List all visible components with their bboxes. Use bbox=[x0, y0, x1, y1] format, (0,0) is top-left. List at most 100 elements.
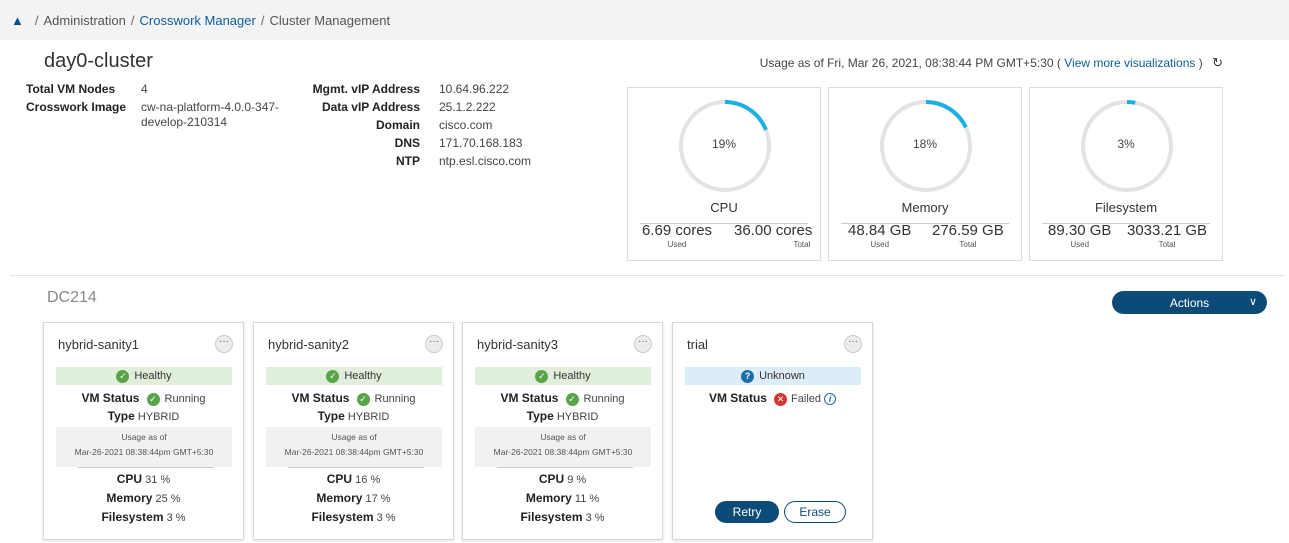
usage-time: Mar-26-2021 08:38:44pm GMT+5:30 bbox=[74, 447, 214, 457]
memory-used: 48.84 GB Used bbox=[848, 222, 911, 249]
usage-time: Mar-26-2021 08:38:44pm GMT+5:30 bbox=[284, 447, 424, 457]
node-name: hybrid-sanity3 bbox=[477, 337, 558, 352]
cpu-usage-value: 9 % bbox=[567, 474, 587, 486]
filesystem-usage: Filesystem 3 % bbox=[44, 510, 243, 524]
erase-button[interactable]: Erase bbox=[784, 501, 846, 523]
domain-label: Domain bbox=[375, 118, 420, 132]
filesystem-usage: Filesystem 3 % bbox=[254, 510, 453, 524]
memory-total-label: Total bbox=[959, 240, 977, 249]
error-circle-icon: ✕ bbox=[774, 393, 788, 406]
vm-status-value: Running bbox=[583, 393, 625, 405]
info-icon[interactable]: i bbox=[824, 393, 837, 405]
memory-gauge-card: 18% Memory 48.84 GB Used 276.59 GB Total bbox=[828, 87, 1022, 261]
type-value: HYBRID bbox=[137, 411, 180, 423]
vm-status: VM Status ✓ Running bbox=[254, 391, 453, 406]
filesystem-usage: Filesystem 3 % bbox=[463, 510, 662, 524]
cpu-gauge-card: 19% CPU 6.69 cores Used 36.00 cores Total bbox=[627, 87, 821, 261]
crosswork-image-value-line1: cw-na-platform-4.0.0-347- bbox=[141, 100, 280, 114]
retry-button[interactable]: Retry bbox=[715, 501, 779, 523]
usage-as-of-label: Usage as of bbox=[121, 432, 167, 442]
cpu-usage-label: CPU bbox=[116, 472, 143, 486]
breadcrumb-administration[interactable]: Administration bbox=[44, 13, 126, 28]
more-options-icon[interactable]: ··· bbox=[215, 335, 233, 353]
health-text: Healthy bbox=[553, 370, 591, 382]
memory-usage-value: 25 % bbox=[155, 493, 181, 505]
vm-status-label: VM Status bbox=[500, 391, 559, 405]
usage-box: Usage as of Mar-26-2021 08:38:44pm GMT+5… bbox=[475, 427, 651, 467]
cpu-usage: CPU 9 % bbox=[463, 472, 662, 486]
cluster-title: day0-cluster bbox=[44, 50, 153, 72]
cpu-usage-value: 16 % bbox=[355, 474, 381, 486]
breadcrumb-separator: / bbox=[130, 12, 135, 28]
check-circle-icon: ✓ bbox=[565, 393, 579, 406]
node-type: Type HYBRID bbox=[44, 409, 243, 423]
breadcrumb-cluster-management: Cluster Management bbox=[269, 12, 391, 28]
check-circle-icon: ✓ bbox=[146, 393, 160, 406]
usage-box: Usage as of Mar-26-2021 08:38:44pm GMT+5… bbox=[266, 427, 442, 467]
cpu-used-value: 6.69 cores bbox=[642, 222, 713, 239]
dns-label: DNS bbox=[394, 136, 420, 150]
usage-divider bbox=[288, 467, 424, 468]
view-more-visualizations-link[interactable]: View more visualizations bbox=[1064, 56, 1195, 70]
health-status: ✓ Healthy bbox=[266, 367, 442, 385]
cpu-used-label: Used bbox=[667, 240, 687, 249]
refresh-icon[interactable]: ↻ bbox=[1212, 55, 1223, 71]
cpu-percent: 19% bbox=[711, 137, 737, 151]
vm-status: VM Status ✕ Failed i bbox=[673, 391, 872, 406]
cpu-usage-label: CPU bbox=[326, 472, 353, 486]
filesystem-usage-value: 3 % bbox=[376, 512, 396, 524]
node-card-hybrid-sanity3[interactable]: hybrid-sanity3 ··· ✓ Healthy VM Status ✓ R… bbox=[462, 322, 663, 540]
type-value: HYBRID bbox=[347, 411, 390, 423]
memory-used-value: 48.84 GB bbox=[848, 222, 912, 239]
actions-dropdown-button[interactable]: Actions ∨ bbox=[1112, 291, 1267, 314]
chevron-down-icon: ∨ bbox=[1248, 296, 1257, 308]
data-vip-label: Data vIP Address bbox=[321, 100, 420, 114]
cpu-total: 36.00 cores Total bbox=[734, 222, 812, 249]
cpu-usage: CPU 31 % bbox=[44, 472, 243, 486]
vm-status-value: Running bbox=[164, 393, 206, 405]
vm-status-label: VM Status bbox=[291, 391, 350, 405]
usage-as-of-label: Usage as of bbox=[540, 432, 586, 442]
ntp-label: NTP bbox=[396, 154, 420, 168]
filesystem-total-value: 3033.21 GB bbox=[1127, 222, 1208, 239]
filesystem-used-label: Used bbox=[1070, 240, 1090, 249]
node-name: hybrid-sanity1 bbox=[58, 337, 139, 352]
breadcrumb: ▲ / Administration / Crosswork Manager /… bbox=[0, 0, 1289, 40]
crosswork-image-value-line2: develop-210314 bbox=[141, 115, 228, 129]
usage-box: Usage as of Mar-26-2021 08:38:44pm GMT+5… bbox=[56, 427, 232, 467]
cpu-total-value: 36.00 cores bbox=[734, 222, 813, 239]
filesystem-usage-value: 3 % bbox=[166, 512, 186, 524]
usage-as-of-label: Usage as of bbox=[331, 432, 377, 442]
usage-prefix: Usage as of Fri, Mar 26, 2021, 08:38:44 … bbox=[759, 56, 1061, 70]
more-options-icon[interactable]: ··· bbox=[844, 335, 862, 353]
vm-status-value: Failed bbox=[791, 393, 822, 405]
mgmt-vip-label: Mgmt. vIP Address bbox=[312, 82, 420, 96]
cpu-label: CPU bbox=[710, 200, 738, 215]
domain-value: cisco.com bbox=[439, 118, 493, 132]
breadcrumb-crosswork-manager[interactable]: Crosswork Manager bbox=[140, 13, 256, 28]
crosswork-image-label: Crosswork Image bbox=[26, 100, 127, 114]
memory-label: Memory bbox=[901, 200, 949, 215]
node-type: Type HYBRID bbox=[254, 409, 453, 423]
more-options-icon[interactable]: ··· bbox=[425, 335, 443, 353]
filesystem-used: 89.30 GB Used bbox=[1048, 222, 1111, 249]
node-type: Type HYBRID bbox=[463, 409, 662, 423]
node-card-hybrid-sanity2[interactable]: hybrid-sanity2 ··· ✓ Healthy VM Status ✓ R… bbox=[253, 322, 454, 540]
memory-usage: Memory 17 % bbox=[254, 491, 453, 505]
memory-used-label: Used bbox=[870, 240, 890, 249]
node-card-trial[interactable]: trial ··· ? Unknown VM Status ✕ Failed i Re… bbox=[672, 322, 873, 540]
memory-usage-value: 11 % bbox=[574, 493, 600, 505]
usage-divider bbox=[497, 467, 633, 468]
health-text: Healthy bbox=[344, 370, 382, 382]
cpu-usage-label: CPU bbox=[538, 472, 565, 486]
cpu-usage-value: 31 % bbox=[145, 474, 171, 486]
cpu-total-label: Total bbox=[793, 240, 811, 249]
total-vm-nodes-value: 4 bbox=[141, 82, 148, 96]
home-icon[interactable]: ▲ bbox=[11, 13, 24, 28]
check-circle-icon: ✓ bbox=[356, 393, 370, 406]
check-circle-icon: ✓ bbox=[326, 369, 340, 383]
data-vip-value: 25.1.2.222 bbox=[439, 100, 496, 114]
memory-total: 276.59 GB Total bbox=[932, 222, 1004, 249]
more-options-icon[interactable]: ··· bbox=[634, 335, 652, 353]
node-card-hybrid-sanity1[interactable]: hybrid-sanity1 ··· ✓ Healthy VM Status ✓ R… bbox=[43, 322, 244, 540]
